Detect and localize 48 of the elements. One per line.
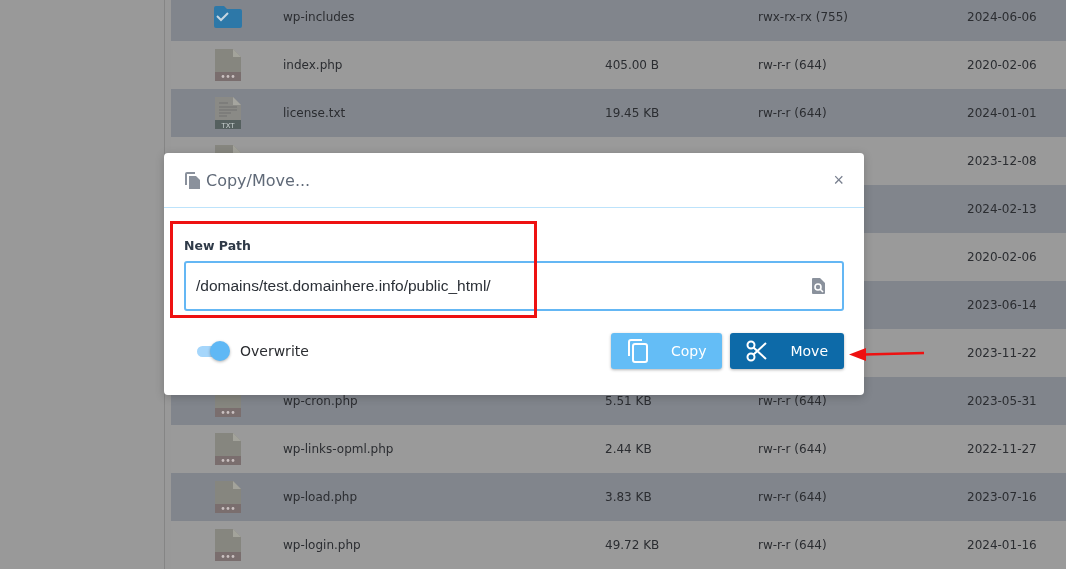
modified-date: 2024-02-13: [967, 202, 1037, 216]
file-permissions: rw-r-r (644): [758, 394, 827, 408]
file-permissions: rw-r-r (644): [758, 442, 827, 456]
file-name[interactable]: index.php: [283, 58, 343, 72]
path-input-field[interactable]: /domains/test.domainhere.info/public_html/: [184, 261, 844, 311]
modified-date: 2020-02-06: [967, 250, 1037, 264]
modified-date: 2023-05-31: [967, 394, 1037, 408]
modified-date: 2024-01-16: [967, 538, 1037, 552]
copy-icon: [626, 339, 649, 363]
file-size: 19.45 KB: [605, 106, 660, 120]
file-name[interactable]: wp-includes: [283, 10, 355, 24]
file-name[interactable]: license.txt: [283, 106, 346, 120]
file-icon: [214, 481, 241, 513]
toggle-label: Overwrite: [240, 343, 309, 359]
file-size: 3.83 KB: [605, 490, 652, 504]
modified-date: 2023-07-16: [967, 490, 1037, 504]
folder-icon: [212, 5, 243, 29]
field-label: New Path: [184, 238, 251, 253]
file-size: 2.44 KB: [605, 442, 652, 456]
file-icon: [214, 529, 241, 561]
file-permissions: rw-r-r (644): [758, 106, 827, 120]
file-size: 405.00 B: [605, 58, 660, 72]
move-button[interactable]: Move: [730, 333, 844, 369]
modified-date: 2023-06-14: [967, 298, 1037, 312]
file-size: 5.51 KB: [605, 394, 652, 408]
file-name[interactable]: wp-cron.php: [283, 394, 358, 408]
modified-date: 2023-12-08: [967, 154, 1037, 168]
modified-date: 2020-02-06: [967, 58, 1037, 72]
modified-date: 2024-06-06: [967, 10, 1037, 24]
file-permissions: rwx-rx-rx (755): [758, 10, 849, 24]
file-permissions: rw-r-r (644): [758, 538, 827, 552]
modified-date: 2023-11-22: [967, 346, 1037, 360]
file-name[interactable]: wp-load.php: [283, 490, 358, 504]
file-name[interactable]: wp-links-opml.php: [283, 442, 394, 456]
modified-date: 2024-01-01: [967, 106, 1037, 120]
file-permissions: rw-r-r (644): [758, 58, 827, 72]
copy-icon: [185, 171, 201, 189]
modified-date: 2022-11-27: [967, 442, 1037, 456]
file-icon: [214, 49, 241, 81]
file-size: 49.72 KB: [605, 538, 660, 552]
overwrite-toggle[interactable]: [197, 341, 230, 361]
file-name[interactable]: wp-login.php: [283, 538, 361, 552]
scissors-icon: [746, 340, 769, 362]
dialog-title: Copy/Move...: [206, 170, 311, 190]
file-search-icon[interactable]: [812, 278, 825, 294]
file-permissions: rw-r-r (644): [758, 490, 827, 504]
close-button[interactable]: ×: [833, 171, 844, 189]
file-icon: [214, 433, 241, 465]
